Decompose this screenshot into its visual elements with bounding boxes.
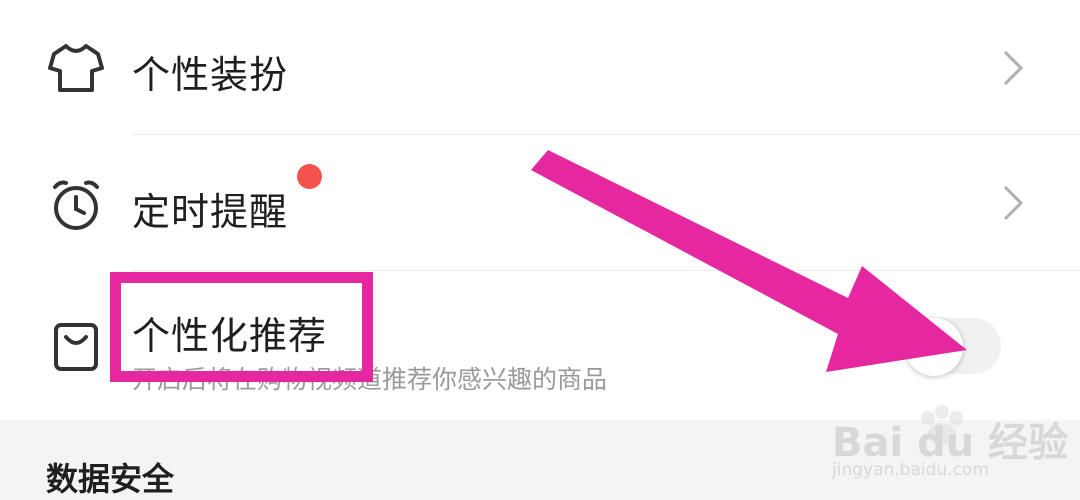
personalized-recommendation-toggle[interactable]	[905, 318, 1001, 376]
toggle-knob	[905, 318, 963, 376]
alarm-clock-icon	[53, 180, 99, 230]
chevron-right-icon	[1003, 185, 1024, 221]
menu-item-timed-reminder[interactable]: 定时提醒	[0, 135, 1080, 271]
watermark-url: jingyan.baidu.com	[832, 460, 989, 480]
tshirt-icon	[48, 44, 104, 92]
annotation-highlight-box	[110, 272, 373, 382]
shopping-bag-icon	[54, 323, 98, 371]
menu-item-label: 个性装扮	[132, 53, 289, 97]
section-title: 数据安全	[46, 460, 175, 498]
notification-badge	[297, 164, 322, 189]
menu-item-personal-dressup[interactable]: 个性装扮	[0, 0, 1080, 135]
menu-item-label: 定时提醒	[132, 190, 289, 234]
chevron-right-icon	[1003, 50, 1024, 86]
